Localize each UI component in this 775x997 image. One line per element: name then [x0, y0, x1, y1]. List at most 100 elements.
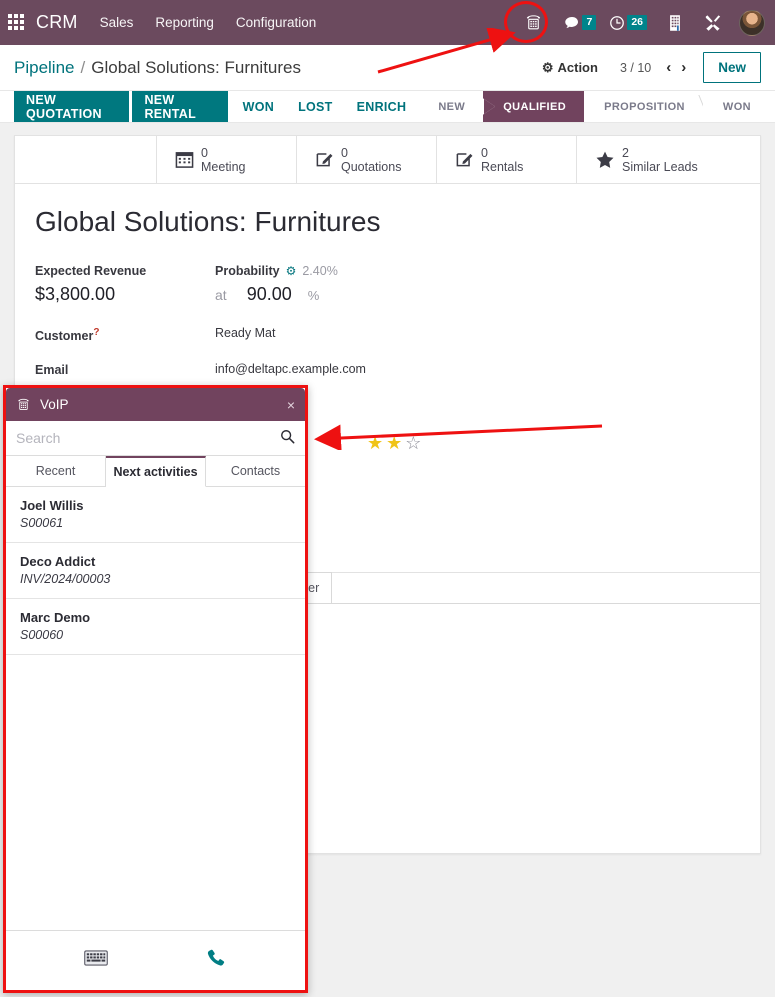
menu-reporting[interactable]: Reporting: [155, 15, 214, 30]
previous-record-icon[interactable]: ‹: [661, 59, 676, 76]
lost-button[interactable]: LOST: [286, 91, 345, 122]
customer-label-text: Customer: [35, 329, 93, 343]
stat-button-text: 2 Similar Leads: [622, 146, 698, 174]
percent-symbol: %: [308, 288, 320, 303]
meeting-label: Meeting: [201, 160, 245, 174]
probability-label-row: Probability ⚙ 2.40%: [215, 260, 635, 278]
quotations-label: Quotations: [341, 160, 401, 174]
voip-phone-icon: [16, 397, 31, 412]
tab-contacts[interactable]: Contacts: [206, 456, 305, 487]
voip-footer: [6, 930, 305, 990]
activities-badge: 26: [627, 15, 647, 31]
row-gap: [35, 305, 740, 323]
menu-sales[interactable]: Sales: [100, 15, 134, 30]
voip-phone-icon[interactable]: [524, 13, 543, 32]
customer-row: Customer? Ready Mat: [35, 323, 740, 343]
entry-reference: S00061: [20, 516, 291, 530]
top-navbar: CRM Sales Reporting Configuration 7: [0, 0, 775, 45]
star-icon: [595, 150, 615, 170]
expected-revenue-value[interactable]: $3,800.00: [35, 284, 215, 305]
priority-star-1[interactable]: ★: [367, 433, 386, 453]
app-brand-crm[interactable]: CRM: [36, 12, 78, 33]
next-record-icon[interactable]: ›: [676, 59, 691, 76]
stat-button-meeting[interactable]: 0 Meeting: [157, 136, 297, 183]
required-marker: ?: [93, 327, 99, 338]
entry-name: Deco Addict: [20, 554, 291, 569]
voip-header: VoIP ×: [6, 388, 305, 421]
activities-clock-icon[interactable]: 26: [608, 14, 647, 32]
similar-leads-label: Similar Leads: [622, 160, 698, 174]
form-fields-grid: Expected Revenue Probability ⚙ 2.40%: [35, 260, 740, 278]
control-panel: Pipeline / Global Solutions: Furnitures …: [0, 45, 775, 91]
keypad-icon[interactable]: [84, 950, 108, 971]
customer-value[interactable]: Ready Mat: [215, 323, 635, 343]
stage-won[interactable]: WON: [703, 91, 769, 122]
pencil-square-icon: [455, 150, 474, 169]
voip-entry-list: Joel Willis S00061 Deco Addict INV/2024/…: [6, 487, 305, 930]
messages-badge: 7: [582, 15, 596, 31]
tab-next-activities[interactable]: Next activities: [106, 456, 206, 487]
similar-leads-count: 2: [622, 146, 698, 160]
user-avatar[interactable]: [739, 10, 765, 36]
status-button-bar: NEW QUOTATION NEW RENTAL WON LOST ENRICH…: [0, 91, 775, 123]
breadcrumb-current: Global Solutions: Furnitures: [91, 58, 301, 78]
priority-star-3[interactable]: ☆: [405, 433, 424, 453]
stat-button-text: 0 Quotations: [341, 146, 401, 174]
pencil-square-icon: [315, 150, 334, 169]
control-panel-right: ⚙ Action 3 / 10 ‹ › New: [542, 52, 761, 83]
gear-icon[interactable]: ⚙: [286, 264, 297, 278]
stage-qualified[interactable]: QUALIFIED: [483, 91, 584, 122]
probability-value-row: at 90.00 %: [215, 284, 635, 305]
debug-tools-icon[interactable]: [703, 13, 723, 33]
stat-button-text: 0 Rentals: [481, 146, 523, 174]
app-root: CRM Sales Reporting Configuration 7: [0, 0, 775, 997]
email-row: Email info@deltapc.example.com: [35, 359, 740, 377]
row-gap: [35, 343, 740, 359]
call-phone-icon[interactable]: [205, 947, 227, 975]
stage-proposition[interactable]: PROPOSITION: [584, 91, 703, 122]
stat-button-rentals[interactable]: 0 Rentals: [437, 136, 577, 183]
list-item[interactable]: Joel Willis S00061: [6, 487, 305, 543]
won-button[interactable]: WON: [231, 91, 286, 122]
list-item[interactable]: Deco Addict INV/2024/00003: [6, 543, 305, 599]
calendar-icon: [175, 150, 194, 169]
rentals-count: 0: [481, 146, 523, 160]
voip-title: VoIP: [40, 397, 69, 412]
new-quotation-button[interactable]: NEW QUOTATION: [14, 91, 129, 122]
stat-button-box: 0 Meeting 0 Quotations: [15, 136, 760, 184]
form-values-grid: $3,800.00 at 90.00 %: [35, 284, 740, 305]
stat-button-similar-leads[interactable]: 2 Similar Leads: [577, 136, 717, 183]
voip-search-bar: [6, 421, 305, 456]
email-label: Email: [35, 359, 215, 377]
stat-button-quotations[interactable]: 0 Quotations: [297, 136, 437, 183]
quotations-count: 0: [341, 146, 401, 160]
menu-configuration[interactable]: Configuration: [236, 15, 316, 30]
breadcrumb-pipeline[interactable]: Pipeline: [14, 58, 75, 78]
list-item[interactable]: Marc Demo S00060: [6, 599, 305, 655]
close-icon[interactable]: ×: [287, 397, 295, 413]
customer-label: Customer?: [35, 323, 215, 343]
entry-name: Joel Willis: [20, 498, 291, 513]
priority-star-2[interactable]: ★: [386, 433, 405, 453]
probability-auto-value: 2.40%: [302, 264, 337, 278]
page-title: Global Solutions: Furnitures: [35, 206, 740, 238]
apps-grid-icon[interactable]: [8, 14, 26, 32]
new-button[interactable]: New: [703, 52, 761, 83]
action-button-label: Action: [558, 60, 598, 75]
action-button[interactable]: ⚙ Action: [542, 60, 598, 76]
probability-value[interactable]: 90.00: [247, 284, 292, 305]
messages-icon[interactable]: 7: [563, 14, 596, 32]
probability-label: Probability: [215, 260, 280, 278]
record-pager: 3 / 10: [620, 61, 651, 75]
breadcrumb-separator: /: [81, 58, 86, 78]
search-input[interactable]: [16, 430, 280, 446]
email-value[interactable]: info@deltapc.example.com: [215, 359, 635, 377]
expected-revenue-label: Expected Revenue: [35, 260, 215, 278]
tab-recent[interactable]: Recent: [6, 456, 106, 487]
entry-name: Marc Demo: [20, 610, 291, 625]
new-rental-button[interactable]: NEW RENTAL: [132, 91, 227, 122]
meeting-count: 0: [201, 146, 245, 160]
search-icon[interactable]: [280, 429, 295, 448]
company-building-icon[interactable]: [667, 14, 683, 32]
enrich-button[interactable]: ENRICH: [345, 91, 419, 122]
